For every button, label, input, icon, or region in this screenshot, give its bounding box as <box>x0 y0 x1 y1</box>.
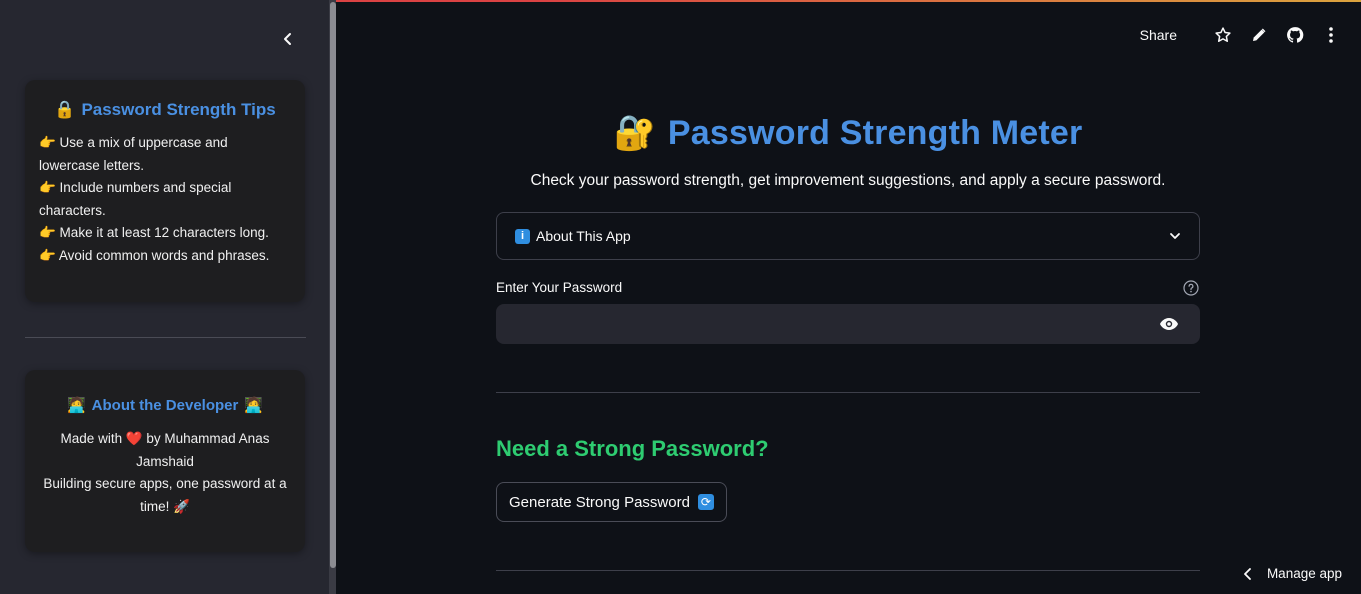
password-input-container <box>496 304 1200 344</box>
collapse-sidebar-button[interactable] <box>276 27 300 51</box>
tip-item: 👉 Avoid common words and phrases. <box>39 247 270 263</box>
section-divider <box>496 392 1200 393</box>
star-icon[interactable] <box>1213 25 1233 45</box>
lock-icon: 🔒 <box>54 100 76 119</box>
expander-header: i About This App <box>515 228 631 244</box>
pencil-icon[interactable] <box>1249 25 1269 45</box>
generate-button-label: Generate Strong Password <box>509 493 690 511</box>
page-title: 🔐 Password Strength Meter <box>496 108 1200 158</box>
section-divider <box>496 570 1200 571</box>
chevron-down-icon <box>1170 233 1180 239</box>
tip-item: 👉 Include numbers and special characters… <box>39 180 232 218</box>
generate-section-title: Need a Strong Password? <box>496 436 769 461</box>
more-vertical-icon[interactable] <box>1321 25 1341 45</box>
sidebar: 🔒 Password Strength Tips 👉 Use a mix of … <box>0 0 336 594</box>
lock-with-key-icon: 🔐 <box>613 114 656 152</box>
show-password-button[interactable] <box>1158 314 1180 334</box>
refresh-icon: ⟳ <box>697 494 714 510</box>
share-button[interactable]: Share <box>1140 27 1177 43</box>
tip-item: 👉 Use a mix of uppercase and lowercase l… <box>39 135 228 173</box>
password-tips-card: 🔒 Password Strength Tips 👉 Use a mix of … <box>25 80 305 302</box>
about-app-expander[interactable]: i About This App <box>496 212 1200 260</box>
developer-tagline: Building secure apps, one password at a … <box>43 476 287 514</box>
header-toolbar: Share <box>1140 22 1341 48</box>
developer-title-text: About the Developer <box>91 396 239 414</box>
password-field-label: Enter Your Password <box>496 280 623 295</box>
manage-app-button[interactable]: Manage app <box>1243 566 1342 581</box>
tips-card-title: 🔒 Password Strength Tips <box>39 100 291 120</box>
manage-app-label: Manage app <box>1266 566 1342 581</box>
github-icon[interactable] <box>1285 25 1305 45</box>
about-developer-card: 🧑‍💻 About the Developer 🧑‍💻 Made with ❤️… <box>25 370 305 552</box>
password-input[interactable] <box>496 304 1136 344</box>
generate-password-button[interactable]: Generate Strong Password ⟳ <box>496 482 727 522</box>
expander-label: About This App <box>536 228 631 244</box>
developer-credit: Made with ❤️ by Muhammad Anas Jamshaid <box>60 431 270 469</box>
sidebar-scrollbar-thumb[interactable] <box>330 2 336 568</box>
chevron-left-icon <box>284 33 291 45</box>
technologist-icon: 🧑‍💻 <box>66 397 86 414</box>
chevron-left-icon <box>1244 567 1251 580</box>
info-icon: i <box>515 228 530 244</box>
page-subtitle: Check your password strength, get improv… <box>530 172 1166 189</box>
eye-icon <box>1160 318 1178 330</box>
tips-title-text: Password Strength Tips <box>81 100 276 119</box>
tip-item: 👉 Make it at least 12 characters long. <box>39 225 269 240</box>
help-icon[interactable] <box>1183 280 1199 296</box>
page-title-text: Password Strength Meter <box>667 113 1083 152</box>
developer-card-title: 🧑‍💻 About the Developer 🧑‍💻 <box>39 396 291 415</box>
sidebar-divider <box>25 337 306 338</box>
technologist-icon: 🧑‍💻 <box>244 397 264 414</box>
